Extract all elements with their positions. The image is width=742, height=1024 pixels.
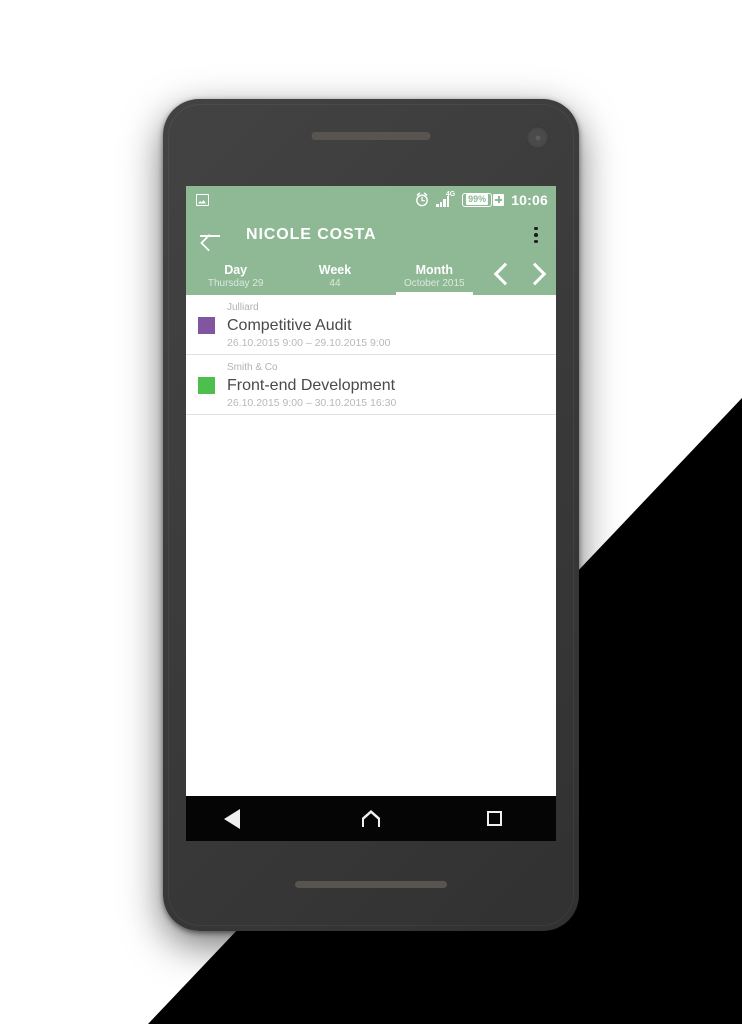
- status-bar-clock: 10:06: [511, 191, 548, 208]
- status-bar-notifications: [196, 193, 209, 206]
- tab-day-sublabel: Thursday 29: [207, 278, 264, 289]
- period-navigation: [484, 257, 556, 295]
- alarm-clock-icon: [416, 192, 429, 207]
- event-color-swatch: [198, 377, 215, 394]
- bottom-speaker-grille: [295, 881, 447, 888]
- event-title: Competitive Audit: [227, 317, 352, 334]
- phone-screen: 4G 99% 10:06 NICOLE COSTA Day Thursday 2…: [186, 186, 556, 841]
- tab-month-sublabel: October 2015: [404, 278, 465, 289]
- event-date-range: 26.10.2015 9:00 – 30.10.2015 16:30: [227, 397, 397, 409]
- chevron-right-icon[interactable]: [523, 262, 547, 286]
- signal-bars: [436, 195, 450, 207]
- front-camera-lens: [526, 126, 549, 149]
- image-notification-icon: [196, 193, 209, 206]
- battery-indicator: 99%: [462, 192, 505, 207]
- tab-week-label: Week: [318, 263, 352, 277]
- app-bar: NICOLE COSTA: [186, 213, 556, 257]
- status-bar-system-icons: 4G 99% 10:06: [415, 191, 548, 208]
- nav-back-triangle-icon: [223, 808, 256, 829]
- nav-home-button[interactable]: [343, 796, 399, 841]
- event-client: Julliard: [227, 302, 259, 313]
- event-text-block: Smith & Co Front-end Development 26.10.2…: [227, 361, 396, 410]
- battery-charging-plus-icon: [493, 193, 505, 206]
- nav-back-button[interactable]: [220, 796, 276, 841]
- android-navigation-bar: [186, 796, 556, 841]
- tab-week[interactable]: Week 44: [285, 257, 384, 295]
- phone-device-frame: 4G 99% 10:06 NICOLE COSTA Day Thursday 2…: [163, 99, 579, 931]
- status-bar: 4G 99% 10:06: [186, 186, 556, 213]
- battery-shell: 99%: [462, 192, 493, 207]
- nav-recents-square-icon: [486, 811, 502, 826]
- tab-month-label: Month: [415, 263, 454, 277]
- battery-percent-label: 99%: [466, 194, 489, 205]
- list-item[interactable]: Julliard Competitive Audit 26.10.2015 9:…: [186, 295, 556, 355]
- event-client: Smith & Co: [227, 362, 278, 373]
- active-tab-indicator: [395, 292, 474, 295]
- event-color-swatch: [198, 317, 215, 334]
- nav-recents-button[interactable]: [466, 796, 522, 841]
- page-title: NICOLE COSTA: [246, 226, 377, 243]
- event-text-block: Julliard Competitive Audit 26.10.2015 9:…: [227, 301, 390, 350]
- tab-week-sublabel: 44: [329, 278, 341, 289]
- back-arrow-icon[interactable]: [199, 224, 221, 246]
- earpiece-speaker: [311, 132, 431, 140]
- tab-day[interactable]: Day Thursday 29: [186, 257, 285, 295]
- tab-month[interactable]: Month October 2015: [385, 257, 484, 295]
- overflow-menu-icon[interactable]: [526, 223, 546, 247]
- period-tab-strip: Day Thursday 29 Week 44 Month October 20…: [186, 257, 556, 295]
- signal-bars-icon: 4G: [436, 191, 455, 208]
- event-list: Julliard Competitive Audit 26.10.2015 9:…: [186, 295, 556, 796]
- event-date-range: 26.10.2015 9:00 – 29.10.2015 9:00: [227, 337, 391, 349]
- chevron-left-icon[interactable]: [493, 262, 517, 286]
- list-item[interactable]: Smith & Co Front-end Development 26.10.2…: [186, 355, 556, 415]
- event-title: Front-end Development: [227, 377, 396, 394]
- nav-home-icon: [362, 810, 380, 827]
- tab-day-label: Day: [224, 263, 248, 277]
